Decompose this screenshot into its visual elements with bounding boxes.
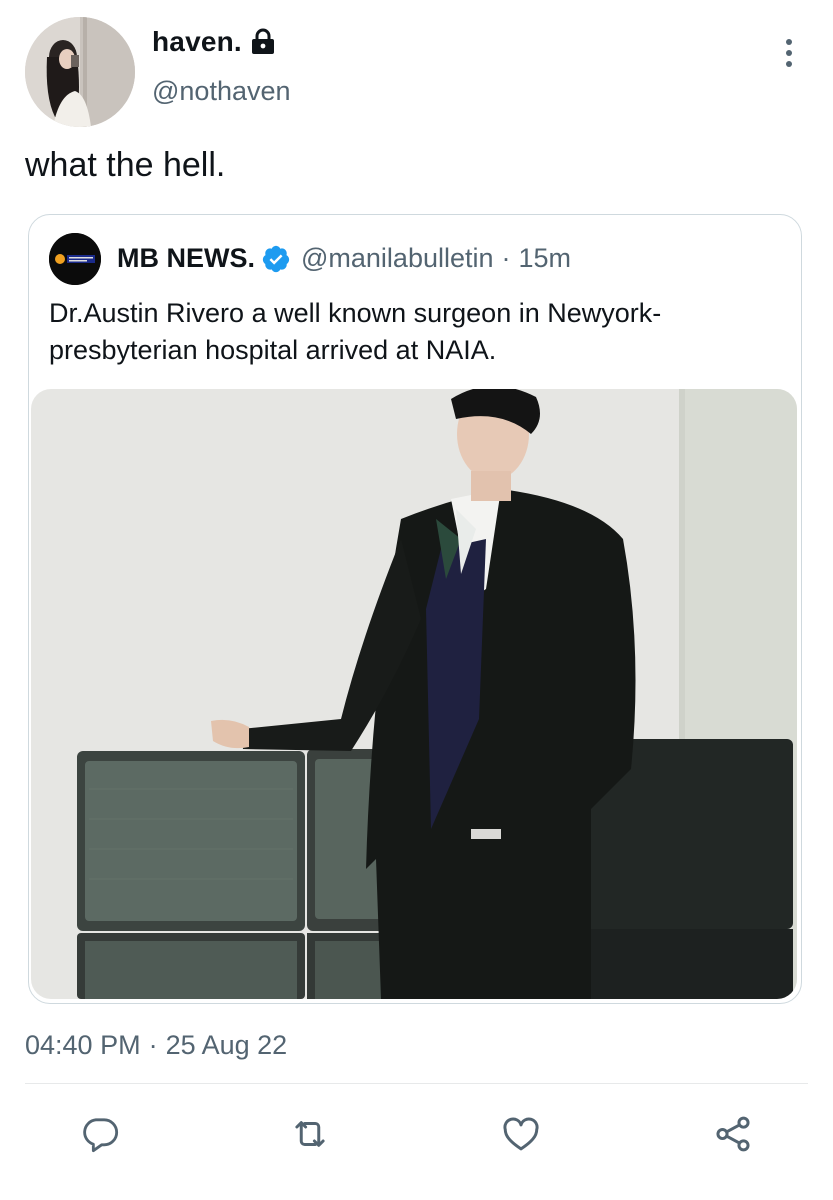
news-logo-icon [49,233,101,285]
reply-icon [83,1118,119,1153]
more-options-icon-dot [786,61,792,67]
quote-text: Dr.Austin Rivero a well known surgeon in… [49,298,662,365]
quoted-tweet-card[interactable]: MB NEWS. @manilabulletin · 15m Dr.Austin… [28,214,802,1004]
divider [25,1083,808,1084]
quote-media-image[interactable] [31,389,797,999]
share-button[interactable] [709,1110,757,1158]
tweet-detail-page: haven. @nothaven what the hell. MB NEWS.… [0,0,833,1200]
timestamp-separator: · [148,1030,158,1060]
timestamp-time: 04:40 PM [25,1030,141,1060]
like-button[interactable] [497,1110,545,1158]
quote-author-handle[interactable]: @manilabulletin [301,243,494,274]
more-options-button[interactable] [772,36,806,70]
photo-man-in-suit-with-tvs [31,389,797,999]
tweet-action-bar [0,1110,833,1160]
quote-author-name[interactable]: MB NEWS. [117,243,255,274]
timestamp-date: 25 Aug 22 [165,1030,288,1060]
verified-badge-icon [261,244,291,274]
tweet-timestamp[interactable]: 04:40 PM · 25 Aug 22 [25,1030,287,1061]
retweet-button[interactable] [286,1110,334,1158]
author-display-name[interactable]: haven. [152,26,242,58]
quote-header: MB NEWS. @manilabulletin · 15m [117,243,571,274]
tweet-text: what the hell. [25,146,226,184]
more-options-icon [786,39,792,45]
retweet-icon [295,1121,325,1147]
quote-author-avatar[interactable] [49,233,101,285]
more-options-icon-dot [786,50,792,56]
heart-icon [503,1117,539,1151]
quote-timestamp[interactable]: 15m [519,243,572,274]
reply-button[interactable] [76,1110,124,1158]
avatar-photo [25,17,135,127]
share-icon [716,1116,750,1152]
quote-separator: · [501,243,511,273]
lock-icon [250,28,276,56]
author-name-row: haven. [152,26,276,58]
author-avatar[interactable] [25,17,135,127]
author-handle[interactable]: @nothaven [152,76,291,107]
